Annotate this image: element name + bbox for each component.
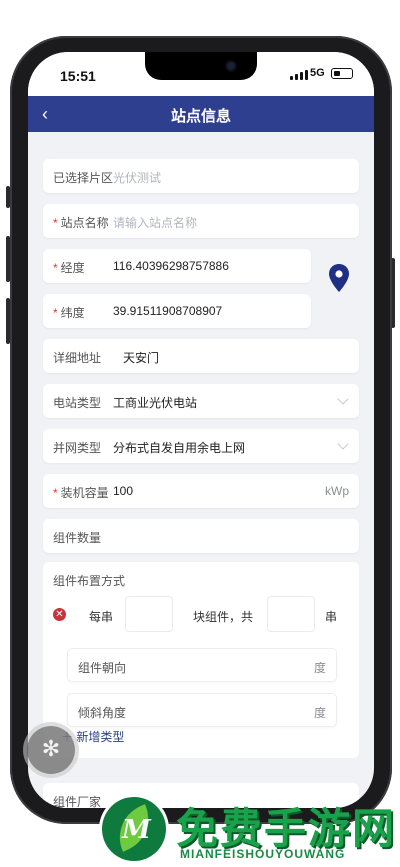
grid-type-select[interactable]: 并网类型 分布式自发自用余电上网 — [43, 429, 359, 463]
string-count-input[interactable] — [267, 596, 315, 632]
battery-icon — [331, 68, 353, 79]
phone-frame: 15:51 5G ‹ 站点信息 已选择片区 光伏测试 * 站点名称 请输入站点名… — [10, 36, 392, 824]
modules-per-string-input[interactable] — [125, 596, 173, 632]
selected-area-field[interactable]: 已选择片区 光伏测试 — [43, 159, 359, 193]
screenshot-stage: 15:51 5G ‹ 站点信息 已选择片区 光伏测试 * 站点名称 请输入站点名… — [0, 0, 400, 867]
tilt-angle-field[interactable]: 倾斜角度 度 — [67, 693, 337, 727]
modules-total-label: 块组件，共 — [193, 610, 254, 624]
network-type: 5G — [310, 67, 325, 79]
capacity-field[interactable]: * 装机容量 100 kWp — [43, 474, 359, 508]
required-mark: * — [53, 261, 58, 275]
notch — [145, 52, 257, 80]
watermark-subtext: MIANFEISHOUYOUWANG — [180, 847, 346, 861]
required-mark: * — [53, 486, 58, 500]
section-title: 组件布置方式 — [53, 574, 126, 588]
remove-icon[interactable]: ✕ — [53, 608, 66, 621]
station-name-input[interactable]: 请输入站点名称 — [113, 214, 197, 231]
longitude-field[interactable]: * 经度 116.40396298757886 — [43, 249, 311, 283]
field-label: * 经度 — [53, 261, 85, 275]
field-label: 组件数量 — [53, 531, 102, 545]
address-input[interactable]: 天安门 — [123, 349, 159, 366]
phone-screen: 15:51 5G ‹ 站点信息 已选择片区 光伏测试 * 站点名称 请输入站点名… — [28, 52, 374, 808]
required-mark: * — [53, 306, 58, 320]
required-mark: * — [53, 216, 58, 230]
chevron-down-icon — [337, 393, 349, 405]
field-label: * 装机容量 — [53, 486, 109, 500]
station-type-select[interactable]: 电站类型 工商业光伏电站 — [43, 384, 359, 418]
status-time: 15:51 — [60, 68, 96, 84]
module-count-field[interactable]: 组件数量 — [43, 519, 359, 553]
strings-label: 串 — [325, 610, 338, 624]
chevron-down-icon — [337, 438, 349, 450]
longitude-input[interactable]: 116.40396298757886 — [113, 259, 229, 273]
capacity-unit: kWp — [325, 484, 349, 498]
page-title: 站点信息 — [170, 108, 231, 125]
latitude-field[interactable]: * 纬度 39.91511908708907 — [43, 294, 311, 328]
field-label: * 纬度 — [53, 306, 85, 320]
select-value: 分布式自发自用余电上网 — [113, 441, 246, 455]
location-pin-icon[interactable] — [328, 264, 350, 292]
field-label: 并网类型 — [53, 441, 102, 455]
signal-icon — [290, 70, 308, 80]
select-value: 工商业光伏电站 — [113, 396, 198, 410]
latitude-input[interactable]: 39.91511908708907 — [113, 304, 222, 318]
watermark: 免费手游网 MIANFEISHOUYOUWANG — [102, 793, 398, 863]
station-name-field[interactable]: * 站点名称 请输入站点名称 — [43, 204, 359, 238]
degree-unit: 度 — [313, 661, 326, 675]
field-label: 已选择片区 — [53, 171, 114, 185]
app-header: ‹ 站点信息 — [28, 96, 374, 132]
field-label: 组件朝向 — [78, 661, 127, 675]
per-string-label: 每串 — [89, 610, 114, 624]
degree-unit: 度 — [313, 706, 326, 720]
field-label: 电站类型 — [53, 396, 102, 410]
capacity-input[interactable]: 100 — [113, 484, 133, 498]
module-layout-section: 组件布置方式 ✕ 每串 块组件，共 串 组件朝向 度 倾斜角度 度 新增类型 — [43, 562, 359, 758]
watermark-logo — [102, 797, 166, 861]
assistive-touch-button[interactable] — [27, 726, 75, 774]
status-bar: 15:51 5G — [28, 52, 374, 96]
field-label: * 站点名称 — [53, 216, 109, 230]
form-content: 已选择片区 光伏测试 * 站点名称 请输入站点名称 * 经度 116.4039629… — [28, 132, 374, 808]
address-field[interactable]: 详细地址 天安门 — [43, 339, 359, 373]
front-camera — [225, 60, 237, 72]
field-label: 详细地址 — [53, 351, 102, 365]
field-value: 光伏测试 — [113, 171, 162, 185]
orientation-field[interactable]: 组件朝向 度 — [67, 648, 337, 682]
field-label: 组件厂家 — [53, 795, 102, 808]
field-label: 倾斜角度 — [78, 706, 127, 720]
